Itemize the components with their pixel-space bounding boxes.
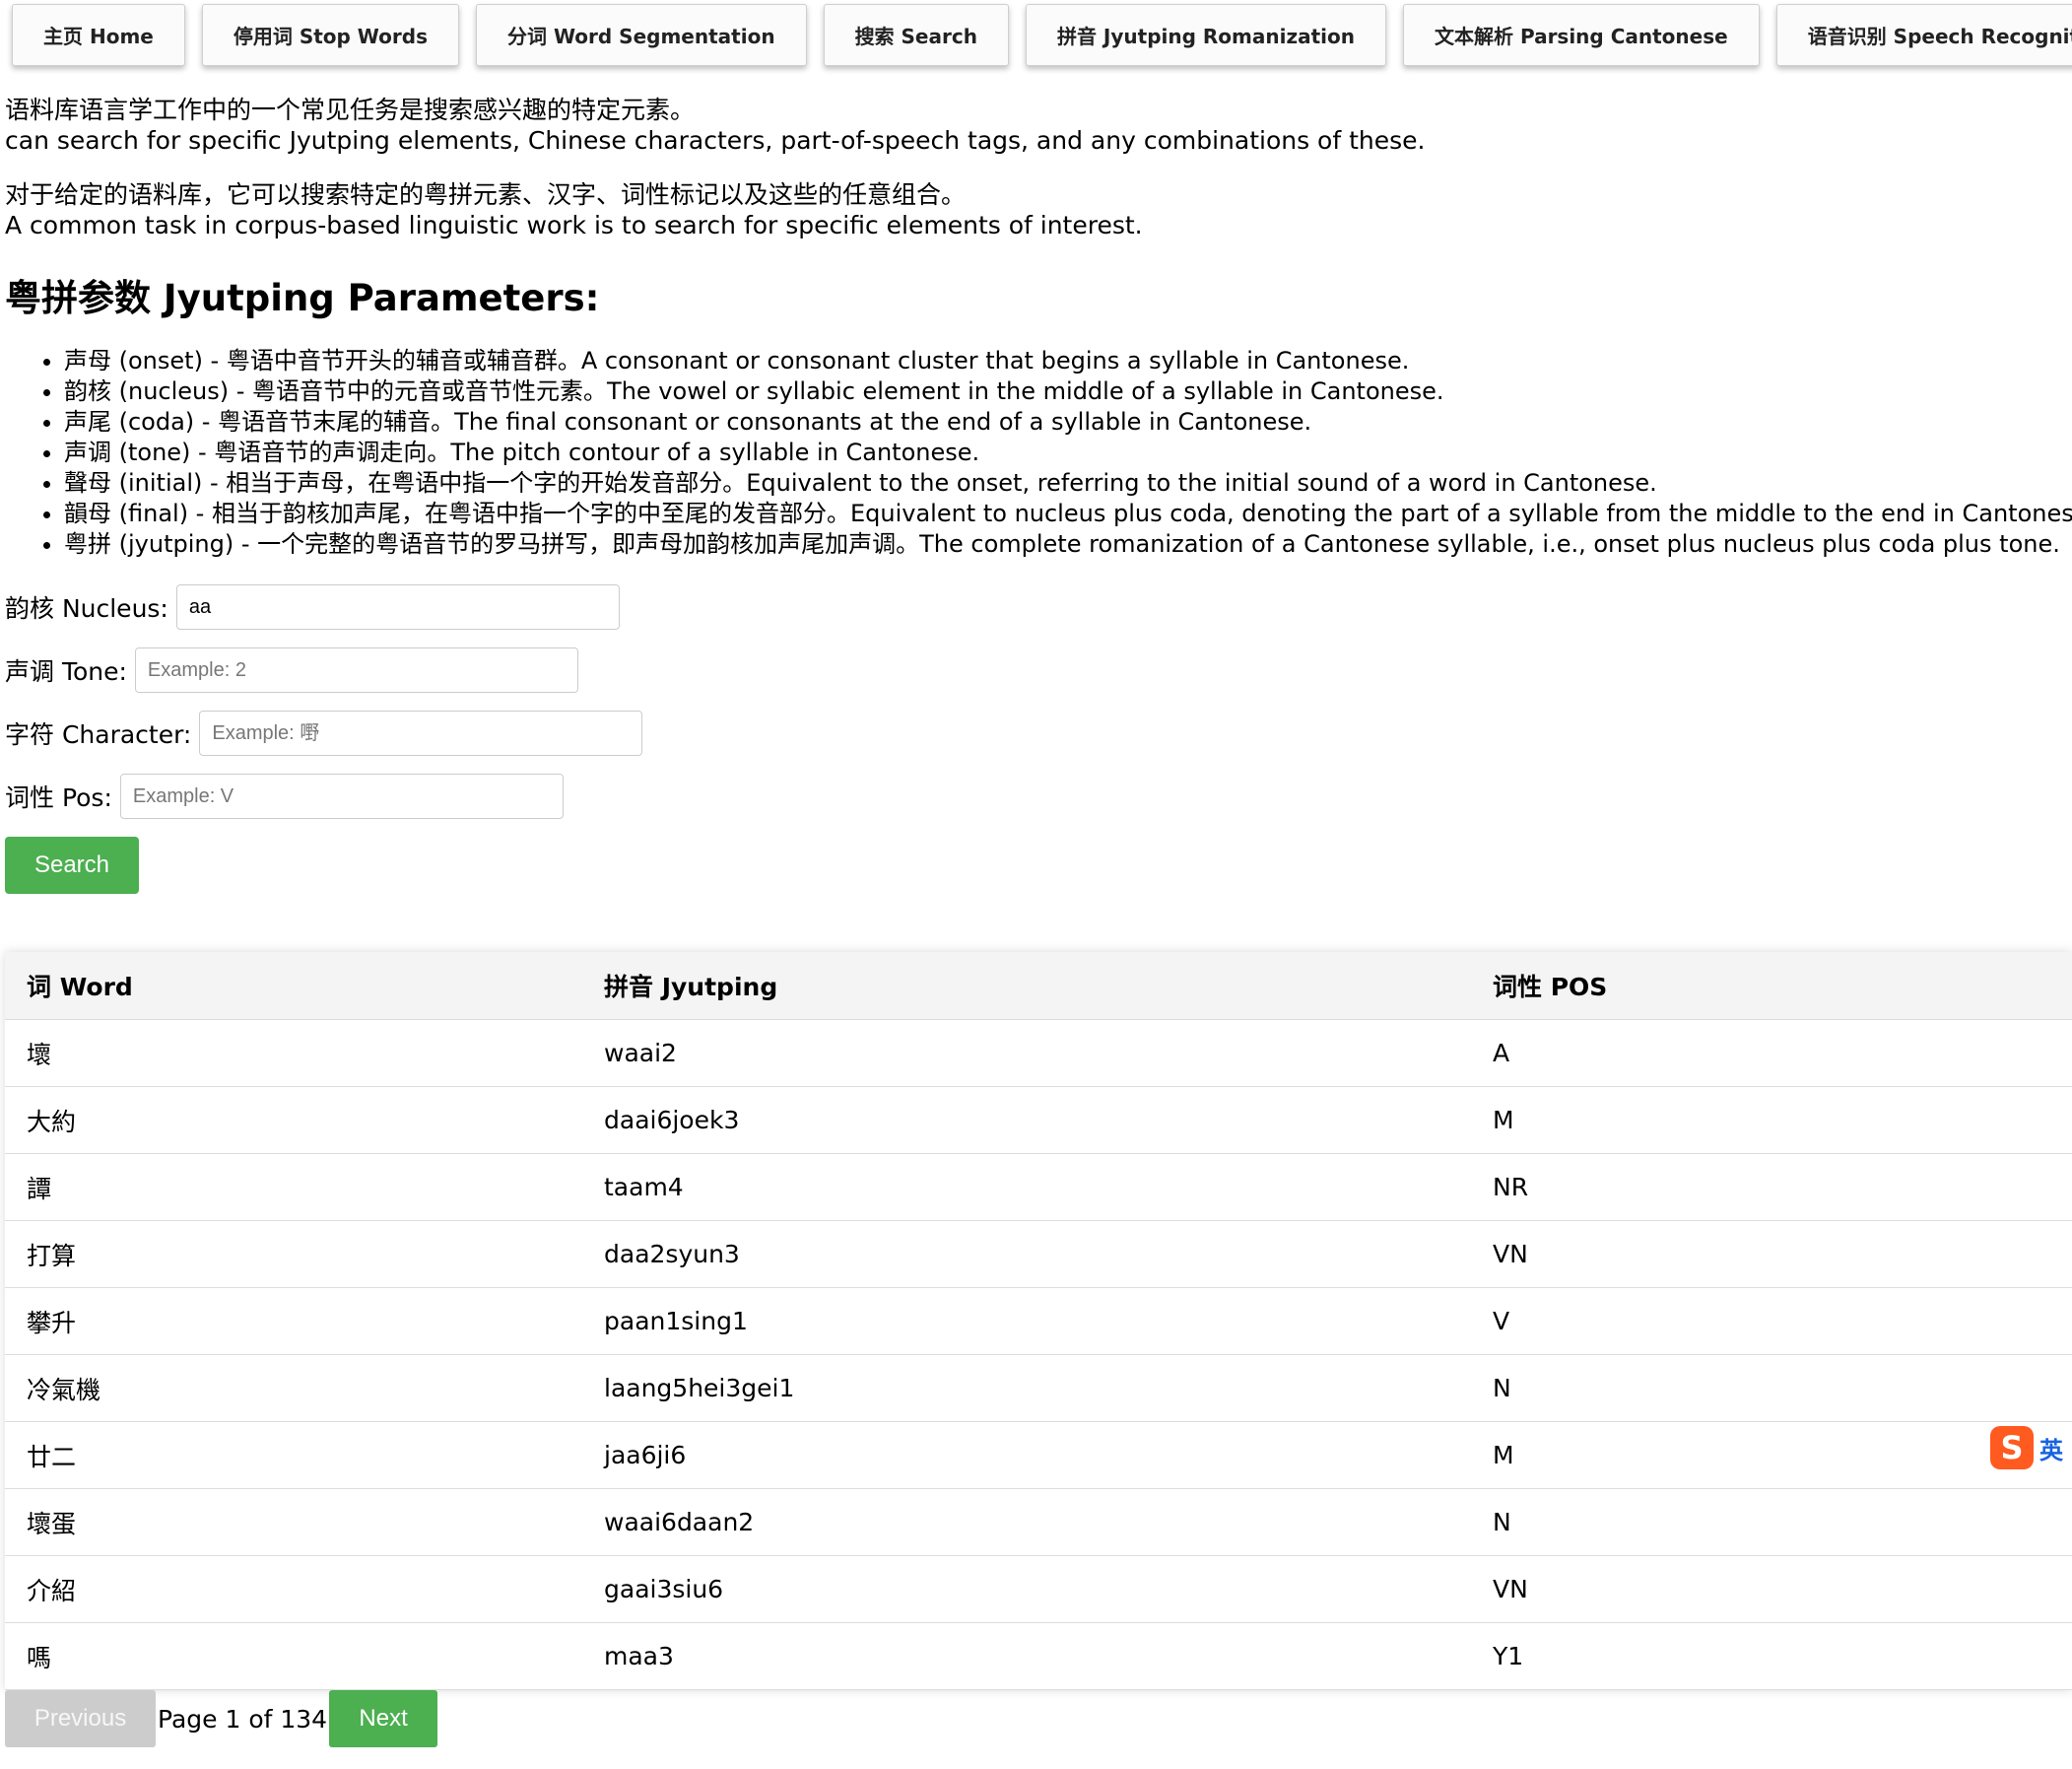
param-coda: 声尾 (coda) - 粤语音节末尾的辅音。The final consonan… — [64, 407, 2072, 438]
nucleus-label: 韵核 Nucleus: — [5, 594, 168, 623]
cell-pos: N — [1471, 1488, 2072, 1556]
table-row: 冷氣機 laang5hei3gei1 N — [5, 1354, 2072, 1422]
cell-pos: VN — [1471, 1555, 2072, 1623]
pos-label: 词性 Pos: — [5, 783, 112, 812]
nav-parsing-cantonese-button[interactable]: 文本解析 Parsing Cantonese — [1402, 4, 1760, 66]
table-row: 攀升 paan1sing1 V — [5, 1287, 2072, 1355]
tone-input[interactable] — [134, 647, 578, 693]
previous-page-button[interactable]: Previous — [5, 1690, 156, 1747]
intro-p2-chinese: 对于给定的语料库，它可以搜索特定的粤拼元素、汉字、词性标记以及这些的任意组合。 — [5, 180, 967, 209]
cell-pos: Y1 — [1471, 1622, 2072, 1690]
param-final: 韻母 (final) - 相当于韵核加声尾，在粤语中指一个字的中至尾的发音部分。… — [64, 499, 2072, 529]
intro-p2-english: A common task in corpus-based linguistic… — [5, 211, 1143, 239]
cell-jyutping: paan1sing1 — [582, 1287, 1471, 1355]
cell-word: 壞蛋 — [5, 1488, 582, 1556]
table-row: 譚 taam4 NR — [5, 1153, 2072, 1221]
nav-search-button[interactable]: 搜索 Search — [823, 4, 1009, 66]
top-nav: 主页 Home 停用词 Stop Words 分词 Word Segmentat… — [12, 4, 2072, 66]
next-page-button[interactable]: Next — [329, 1690, 438, 1747]
cell-pos: V — [1471, 1287, 2072, 1355]
pagination: Previous Page 1 of 134 Next — [5, 1690, 438, 1747]
cell-word: 嗎 — [5, 1622, 582, 1690]
cell-word: 壞 — [5, 1019, 582, 1087]
param-nucleus: 韵核 (nucleus) - 粤语音节中的元音或音节性元素。The vowel … — [64, 376, 2072, 407]
cell-pos: A — [1471, 1019, 2072, 1087]
jyutping-parameters-heading: 粤拼参数 Jyutping Parameters: — [5, 277, 600, 319]
pos-row: 词性 Pos: — [5, 774, 564, 819]
intro-paragraph-1: 语料库语言学工作中的一个常见任务是搜索感兴趣的特定元素。 can search … — [5, 95, 2064, 156]
cell-pos: VN — [1471, 1220, 2072, 1288]
cell-jyutping: daa2syun3 — [582, 1220, 1471, 1288]
cell-word: 攀升 — [5, 1287, 582, 1355]
cell-jyutping: daai6joek3 — [582, 1086, 1471, 1154]
cell-jyutping: gaai3siu6 — [582, 1555, 1471, 1623]
ime-language-label: 英 — [2039, 1436, 2063, 1464]
table-row: 介紹 gaai3siu6 VN — [5, 1555, 2072, 1623]
table-row: 打算 daa2syun3 VN — [5, 1220, 2072, 1288]
intro-p1-chinese: 语料库语言学工作中的一个常见任务是搜索感兴趣的特定元素。 — [5, 96, 696, 124]
character-row: 字符 Character: — [5, 711, 643, 756]
intro-paragraph-2: 对于给定的语料库，它可以搜索特定的粤拼元素、汉字、词性标记以及这些的任意组合。 … — [5, 179, 2064, 240]
tone-label: 声调 Tone: — [5, 657, 127, 686]
results-table-container: 词 Word 拼音 Jyutping 词性 POS 壞 waai2 A 大約 d… — [5, 952, 2072, 1690]
cell-word: 打算 — [5, 1220, 582, 1288]
cell-word: 譚 — [5, 1153, 582, 1221]
table-row: 壞 waai2 A — [5, 1019, 2072, 1087]
param-onset: 声母 (onset) - 粤语中音节开头的辅音或辅音群。A consonant … — [64, 346, 2072, 376]
table-row: 廿二 jaa6ji6 M — [5, 1421, 2072, 1489]
character-input[interactable] — [199, 711, 643, 756]
nav-home-button[interactable]: 主页 Home — [12, 4, 185, 66]
cell-pos: N — [1471, 1354, 2072, 1422]
table-row: 嗎 maa3 Y1 — [5, 1622, 2072, 1690]
nucleus-row: 韵核 Nucleus: — [5, 584, 620, 630]
param-initial: 聲母 (initial) - 相当于声母，在粤语中指一个字的开始发音部分。Equ… — [64, 468, 2072, 499]
cell-pos: M — [1471, 1421, 2072, 1489]
cell-word: 介紹 — [5, 1555, 582, 1623]
nav-speech-recognition-button[interactable]: 语音识别 Speech Recognition — [1775, 4, 2072, 66]
nav-stop-words-button[interactable]: 停用词 Stop Words — [201, 4, 459, 66]
pos-input[interactable] — [119, 774, 564, 819]
table-row: 壞蛋 waai6daan2 N — [5, 1488, 2072, 1556]
nucleus-input[interactable] — [175, 584, 620, 630]
results-table: 词 Word 拼音 Jyutping 词性 POS 壞 waai2 A 大約 d… — [5, 952, 2072, 1690]
column-header-pos: 词性 POS — [1471, 952, 2072, 1020]
jyutping-parameters-list: 声母 (onset) - 粤语中音节开头的辅音或辅音群。A consonant … — [5, 346, 2072, 560]
page-indicator: Page 1 of 134 — [158, 1704, 328, 1734]
table-header-row: 词 Word 拼音 Jyutping 词性 POS — [5, 952, 2072, 1020]
cell-pos: NR — [1471, 1153, 2072, 1221]
nav-word-segmentation-button[interactable]: 分词 Word Segmentation — [475, 4, 807, 66]
cell-word: 冷氣機 — [5, 1354, 582, 1422]
param-tone: 声调 (tone) - 粤语音节的声调走向。The pitch contour … — [64, 438, 2072, 468]
cell-word: 大約 — [5, 1086, 582, 1154]
character-label: 字符 Character: — [5, 720, 192, 749]
cell-pos: M — [1471, 1086, 2072, 1154]
column-header-word: 词 Word — [5, 952, 582, 1020]
intro-p1-english: can search for specific Jyutping element… — [5, 126, 1426, 155]
cell-word: 廿二 — [5, 1421, 582, 1489]
cell-jyutping: jaa6ji6 — [582, 1421, 1471, 1489]
column-header-jyutping: 拼音 Jyutping — [582, 952, 1471, 1020]
cell-jyutping: waai6daan2 — [582, 1488, 1471, 1556]
tone-row: 声调 Tone: — [5, 647, 578, 693]
cell-jyutping: waai2 — [582, 1019, 1471, 1087]
intro-text: 语料库语言学工作中的一个常见任务是搜索感兴趣的特定元素。 can search … — [5, 95, 2064, 264]
cell-jyutping: taam4 — [582, 1153, 1471, 1221]
cell-jyutping: maa3 — [582, 1622, 1471, 1690]
sogou-ime-icon: S — [1990, 1426, 2034, 1469]
nav-jyutping-romanization-button[interactable]: 拼音 Jyutping Romanization — [1025, 4, 1386, 66]
input-method-indicator[interactable]: S 英 — [1990, 1423, 2072, 1472]
param-jyutping: 粤拼 (jyutping) - 一个完整的粤语音节的罗马拼写，即声母加韵核加声尾… — [64, 529, 2072, 560]
cell-jyutping: laang5hei3gei1 — [582, 1354, 1471, 1422]
table-row: 大約 daai6joek3 M — [5, 1086, 2072, 1154]
search-button[interactable]: Search — [5, 837, 139, 894]
